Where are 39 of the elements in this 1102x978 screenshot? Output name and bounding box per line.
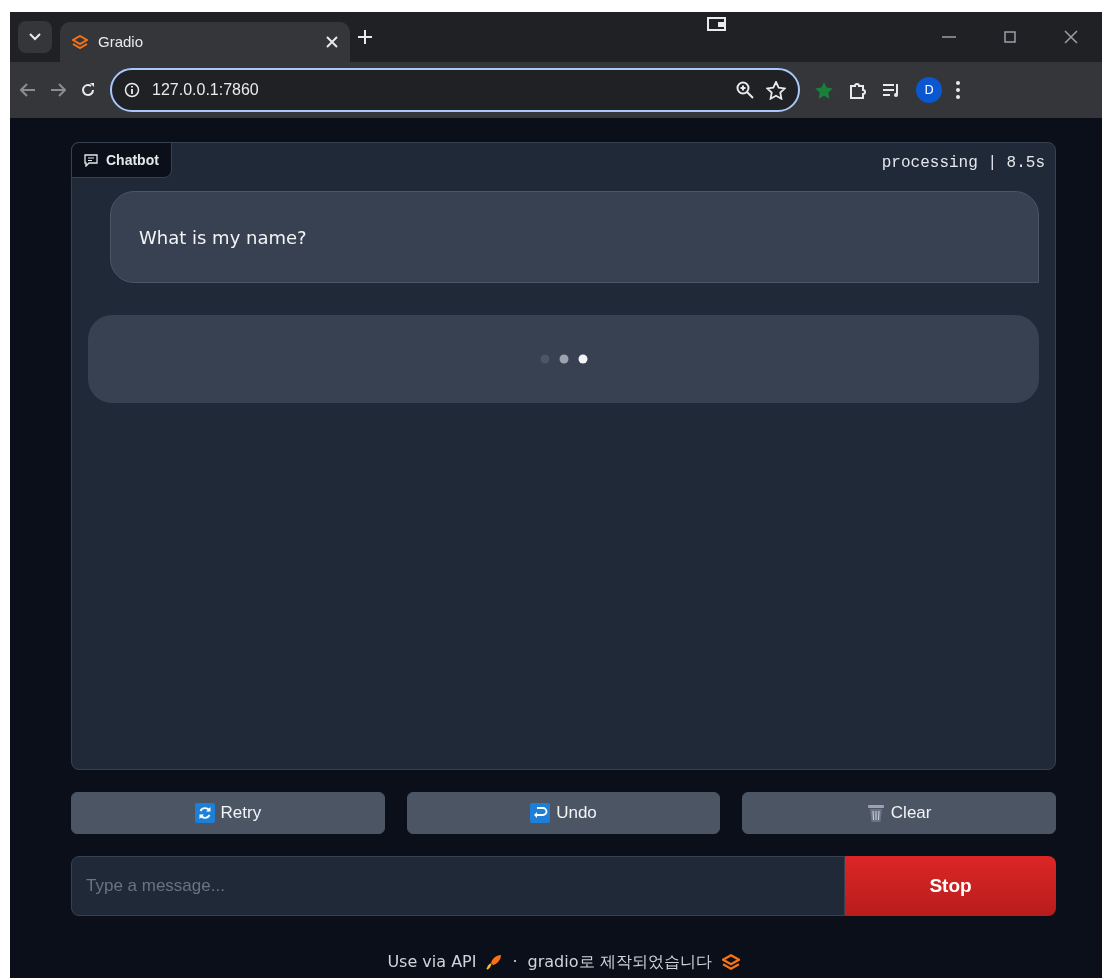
typing-indicator-icon <box>538 353 589 365</box>
close-icon[interactable] <box>1064 30 1078 44</box>
layers-icon <box>721 954 740 970</box>
reload-icon[interactable] <box>80 82 96 98</box>
trash-icon <box>866 803 885 823</box>
clear-button[interactable]: Clear <box>742 792 1056 834</box>
label-text: Chatbot <box>106 150 159 170</box>
rocket-icon <box>486 954 503 970</box>
stop-button[interactable]: Stop <box>845 856 1056 916</box>
separator-text: · <box>512 951 518 973</box>
maximize-icon[interactable] <box>1004 31 1016 43</box>
message-input[interactable]: Type a message... <box>71 856 845 916</box>
api-link[interactable]: Use via API <box>387 950 477 974</box>
layers-icon <box>72 35 88 49</box>
wallet-icon[interactable] <box>707 16 727 32</box>
status-text: processing | 8.5s <box>881 153 1045 174</box>
tab-title: Gradio <box>98 31 145 52</box>
menu-icon[interactable] <box>956 81 960 99</box>
star-icon[interactable] <box>766 80 786 100</box>
tab-search-button[interactable] <box>18 21 52 53</box>
undo-button[interactable]: Undo <box>406 792 721 834</box>
message-text: What is my name? <box>110 191 1039 283</box>
chat-icon <box>84 153 98 167</box>
forward-icon[interactable] <box>50 83 66 97</box>
zoom-icon[interactable] <box>736 81 754 99</box>
profile-avatar[interactable]: D <box>916 77 942 103</box>
address-bar[interactable]: 127.0.0.1:7860 <box>110 68 800 112</box>
star-icon[interactable] <box>814 80 834 100</box>
puzzle-icon[interactable] <box>848 80 868 100</box>
info-icon <box>124 82 140 98</box>
return-icon <box>530 803 551 823</box>
new-tab-icon[interactable] <box>358 30 372 44</box>
address-text: 127.0.0.1:7860 <box>152 80 260 100</box>
back-icon[interactable] <box>20 83 36 97</box>
browser-tab[interactable]: Gradio <box>60 22 350 62</box>
retry-button[interactable]: Retry <box>71 792 385 834</box>
built-with-link[interactable]: gradio로 제작되었습니다 <box>527 950 712 974</box>
chevron-down-icon <box>29 33 41 41</box>
refresh-icon <box>194 803 215 823</box>
